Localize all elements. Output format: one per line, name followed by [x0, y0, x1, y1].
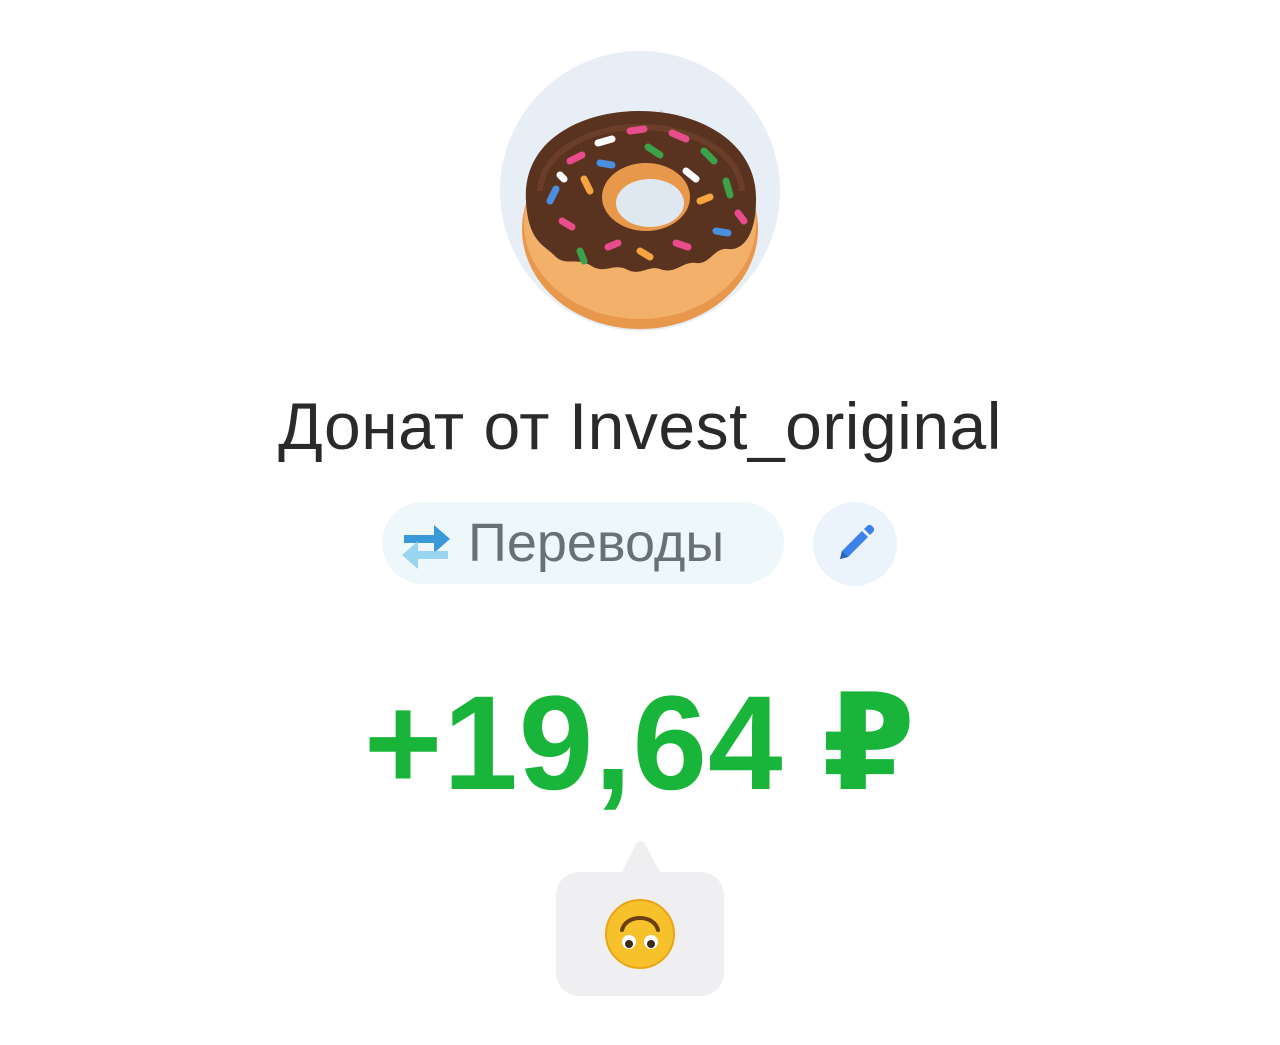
- pencil-icon: [840, 524, 875, 559]
- transaction-amount: +19,64 ₽: [363, 669, 917, 818]
- category-label: Переводы: [468, 513, 725, 573]
- donut-icon: [522, 109, 758, 329]
- transaction-title: Донат от Invest_original: [278, 389, 1002, 463]
- reaction-bubble[interactable]: [556, 838, 724, 996]
- upside-down-face-emoji: [605, 899, 675, 969]
- category-chip[interactable]: Переводы: [382, 502, 784, 584]
- donut-avatar: [500, 51, 780, 331]
- edit-button[interactable]: [813, 502, 897, 586]
- transfer-arrows-icon: [398, 515, 454, 571]
